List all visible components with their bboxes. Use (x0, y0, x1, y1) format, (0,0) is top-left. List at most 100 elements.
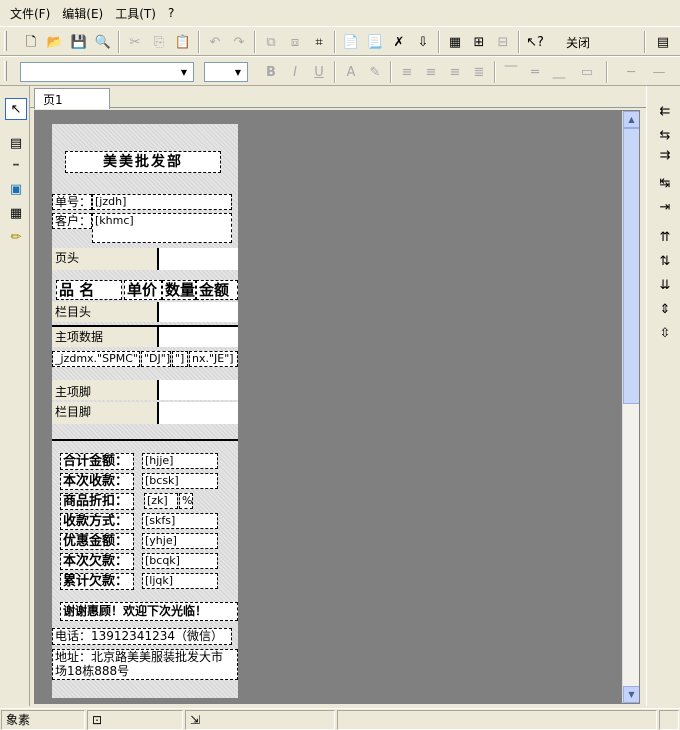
table-icon[interactable]: ⊟ (492, 31, 514, 53)
detail-field-je[interactable]: nx."JE"] (189, 351, 238, 367)
menu-help[interactable]: ? (164, 4, 182, 22)
col-qty-header[interactable]: 数量 (162, 280, 196, 300)
underline-icon[interactable]: U (308, 61, 330, 83)
fill-color-icon[interactable]: ✎ (364, 61, 386, 83)
font-color-icon[interactable]: A (340, 61, 362, 83)
menu-file[interactable]: 文件(F) (6, 3, 58, 24)
toolbar-grip[interactable] (4, 61, 7, 81)
vertical-scrollbar[interactable]: ▲ ▼ (622, 111, 639, 703)
new-page-icon[interactable]: 📄 (340, 31, 362, 53)
summary-label-payment-method[interactable]: 收款方式： (60, 513, 134, 530)
same-width-icon[interactable]: ⇥ (654, 196, 676, 218)
order-no-label[interactable]: 单号： (52, 194, 92, 210)
col-price-header[interactable]: 单价 (124, 280, 162, 300)
page-down-icon[interactable]: ⇩ (412, 31, 434, 53)
menu-edit[interactable]: 编辑(E) (58, 3, 111, 24)
scroll-up-icon[interactable]: ▲ (623, 111, 639, 128)
report-page[interactable]: 美美批发部 单号： [jzdh] 客户： [khmc] 页头 品 名 单价 数量… (52, 124, 238, 698)
summary-field-total-debt[interactable]: [ljqk] (142, 573, 218, 589)
phone-text[interactable]: 电话：13912341234（微信） (52, 628, 232, 645)
address-text[interactable]: 地址：北京路美美服装批发大市 场18栋888号 (52, 649, 238, 680)
summary-divider-line[interactable] (52, 439, 238, 441)
help-pointer-icon[interactable]: ↖? (524, 31, 546, 53)
band-main-footer[interactable]: 主项脚 (52, 380, 159, 400)
band-column-header[interactable]: 栏目头 (52, 302, 159, 322)
redo-icon[interactable]: ↷ (228, 31, 250, 53)
detail-field-sl[interactable]: "] (172, 351, 188, 367)
field-icon[interactable]: ▦ (5, 202, 27, 224)
band-page-header[interactable]: 页头 (52, 248, 159, 270)
italic-icon[interactable]: I (284, 61, 306, 83)
align-centers-icon[interactable]: ⇆ (654, 124, 676, 146)
summary-label-total[interactable]: 合计金额： (60, 453, 134, 470)
menu-tools[interactable]: 工具(T) (111, 3, 164, 24)
align-middles-icon[interactable]: ⇅ (654, 250, 676, 272)
customer-label[interactable]: 客户： (52, 213, 92, 229)
align-left-icon[interactable]: ≡ (396, 61, 418, 83)
tab-page-1[interactable]: 页1 (34, 88, 110, 109)
col-name-header[interactable]: 品 名 (56, 280, 122, 300)
detail-field-spmc[interactable]: _jzdmx."SPMC"] (52, 351, 140, 367)
design-workspace[interactable]: 美美批发部 单号： [jzdh] 客户： [khmc] 页头 品 名 单价 数量… (34, 110, 640, 704)
add-page-icon[interactable]: 📃 (364, 31, 386, 53)
delete-page-icon[interactable]: ✗ (388, 31, 410, 53)
image-icon[interactable]: ▣ (5, 178, 27, 200)
space-vertical-icon[interactable]: ⇕ (654, 298, 676, 320)
print-preview-icon[interactable]: 🔍 (92, 31, 114, 53)
valign-bottom-icon[interactable]: ⎽ (548, 61, 570, 83)
align-right-icon[interactable]: ≡ (444, 61, 466, 83)
scrollbar-thumb[interactable] (623, 128, 639, 404)
summary-label-discount[interactable]: 商品折扣： (60, 493, 134, 510)
pencil-icon[interactable]: ✏ (5, 226, 27, 248)
space-horizontal-icon[interactable]: ↹ (654, 172, 676, 194)
chevron-down-icon[interactable]: ▼ (176, 64, 192, 80)
select-region-icon[interactable]: ⌗ (308, 31, 330, 53)
same-height-icon[interactable]: ⇳ (654, 322, 676, 344)
align-center-icon[interactable]: ≡ (420, 61, 442, 83)
summary-label-discount-amount[interactable]: 优惠金额： (60, 533, 134, 550)
copy-icon[interactable]: ⎘ (148, 31, 170, 53)
col-amount-header[interactable]: 金额 (196, 280, 238, 300)
grid-icon[interactable]: ▦ (444, 31, 466, 53)
summary-field-payment-method[interactable]: [skfs] (142, 513, 218, 529)
text-box-icon[interactable]: ▤ (5, 132, 27, 154)
bold-icon[interactable]: B (260, 61, 282, 83)
chevron-down-icon[interactable]: ▼ (230, 64, 246, 80)
resize-grip-icon[interactable] (659, 710, 679, 730)
justify-icon[interactable]: ≣ (468, 61, 490, 83)
summary-label-current-debt[interactable]: 本次欠款： (60, 553, 134, 570)
order-no-field[interactable]: [jzdh] (92, 194, 232, 210)
report-title[interactable]: 美美批发部 (65, 151, 221, 173)
align-right-edges-icon[interactable]: ⇉ (654, 144, 676, 166)
band-main-data[interactable]: 主项数据 (52, 327, 159, 347)
dotted-line-icon[interactable]: ┅ (5, 154, 27, 176)
snap-grid-icon[interactable]: ⊞ (468, 31, 490, 53)
summary-label-total-debt[interactable]: 累计欠款： (60, 573, 134, 590)
summary-field-discount-amount[interactable]: [yhje] (142, 533, 218, 549)
new-file-icon[interactable]: 🗋 (20, 31, 42, 53)
thanks-text[interactable]: 谢谢惠顾！欢迎下次光临！ (60, 602, 238, 621)
border-icon[interactable]: ▭ (576, 61, 598, 83)
valign-top-icon[interactable]: ⎺ (500, 61, 522, 83)
undo-icon[interactable]: ↶ (204, 31, 226, 53)
align-left-edges-icon[interactable]: ⇇ (654, 100, 676, 122)
pointer-icon[interactable]: ↖ (5, 98, 27, 120)
discount-unit[interactable]: % (179, 493, 193, 509)
band-column-footer[interactable]: 栏目脚 (52, 402, 159, 424)
summary-field-current-debt[interactable]: [bcqk] (142, 553, 218, 569)
open-folder-icon[interactable]: 📂 (44, 31, 66, 53)
group-icon[interactable]: ⧉ (260, 31, 282, 53)
line-width-icon[interactable]: — (648, 61, 670, 83)
close-button[interactable]: 关闭 (556, 31, 600, 53)
valign-middle-icon[interactable]: ═ (524, 61, 546, 83)
save-icon[interactable]: 💾 (68, 31, 90, 53)
ungroup-icon[interactable]: ⧈ (284, 31, 306, 53)
summary-label-received[interactable]: 本次收款： (60, 473, 134, 490)
line-style-icon[interactable]: ─ (620, 61, 642, 83)
report-settings-icon[interactable]: ▤ (652, 31, 674, 53)
font-name-combo[interactable]: ▼ (20, 62, 194, 82)
paste-icon[interactable]: 📋 (172, 31, 194, 53)
align-bottom-edges-icon[interactable]: ⇊ (654, 274, 676, 296)
customer-field[interactable]: [khmc] (92, 213, 232, 243)
font-size-combo[interactable]: ▼ (204, 62, 248, 82)
